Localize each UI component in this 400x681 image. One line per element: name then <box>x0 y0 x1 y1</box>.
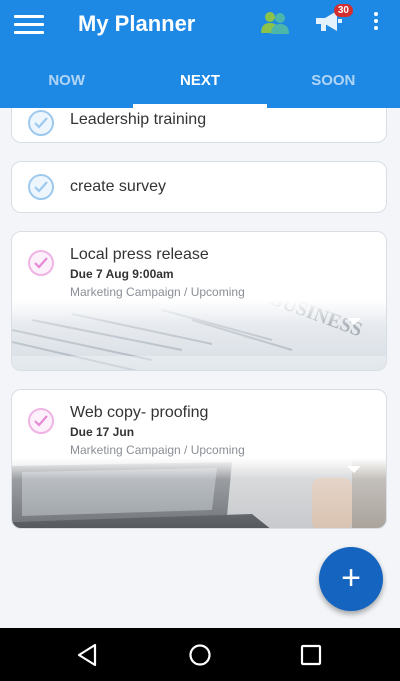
tab-now[interactable]: NOW <box>0 58 133 108</box>
back-icon[interactable] <box>75 642 101 668</box>
task-image-laptop <box>12 458 386 528</box>
megaphone-icon[interactable]: 30 <box>313 4 353 38</box>
task-card[interactable]: create survey <box>11 161 387 213</box>
task-card[interactable]: Web copy- proofing Due 17 Jun Marketing … <box>11 389 387 529</box>
task-title: Leadership training <box>70 111 207 128</box>
task-image-newspaper: BUSINESS <box>12 288 386 370</box>
task-card[interactable]: Local press release Due 7 Aug 9:00am Mar… <box>11 231 387 371</box>
home-icon[interactable] <box>187 642 213 668</box>
tab-bar: NOW NEXT SOON <box>0 58 400 108</box>
check-circle-icon[interactable] <box>28 110 54 136</box>
task-title: Web copy- proofing <box>70 404 209 421</box>
system-nav-bar <box>0 628 400 681</box>
expand-arrow-icon[interactable] <box>347 466 361 473</box>
menu-icon[interactable] <box>14 12 44 36</box>
task-title: Local press release <box>70 246 209 263</box>
tab-soon[interactable]: SOON <box>267 58 400 108</box>
app-title: My Planner <box>78 11 196 36</box>
app-bar: My Planner 30 NOW NEXT SOON <box>0 0 400 108</box>
task-due-date: Due 17 Jun <box>70 425 135 439</box>
check-circle-icon[interactable] <box>28 174 54 200</box>
task-due-date: Due 7 Aug 9:00am <box>70 267 174 281</box>
task-path: Marketing Campaign / Upcoming <box>70 443 245 457</box>
notification-badge: 30 <box>333 4 353 17</box>
add-task-button[interactable]: + <box>319 547 383 611</box>
plus-icon: + <box>341 559 361 597</box>
expand-arrow-icon[interactable] <box>347 318 361 325</box>
check-circle-icon[interactable] <box>28 408 54 434</box>
task-title: create survey <box>70 178 167 195</box>
task-card[interactable]: Leadership training <box>11 108 387 143</box>
recents-icon[interactable] <box>298 642 324 668</box>
people-icon[interactable] <box>260 8 290 38</box>
more-vert-icon[interactable] <box>370 12 382 34</box>
tab-next[interactable]: NEXT <box>133 58 267 108</box>
task-path: Marketing Campaign / Upcoming <box>70 285 245 299</box>
check-circle-icon[interactable] <box>28 250 54 276</box>
